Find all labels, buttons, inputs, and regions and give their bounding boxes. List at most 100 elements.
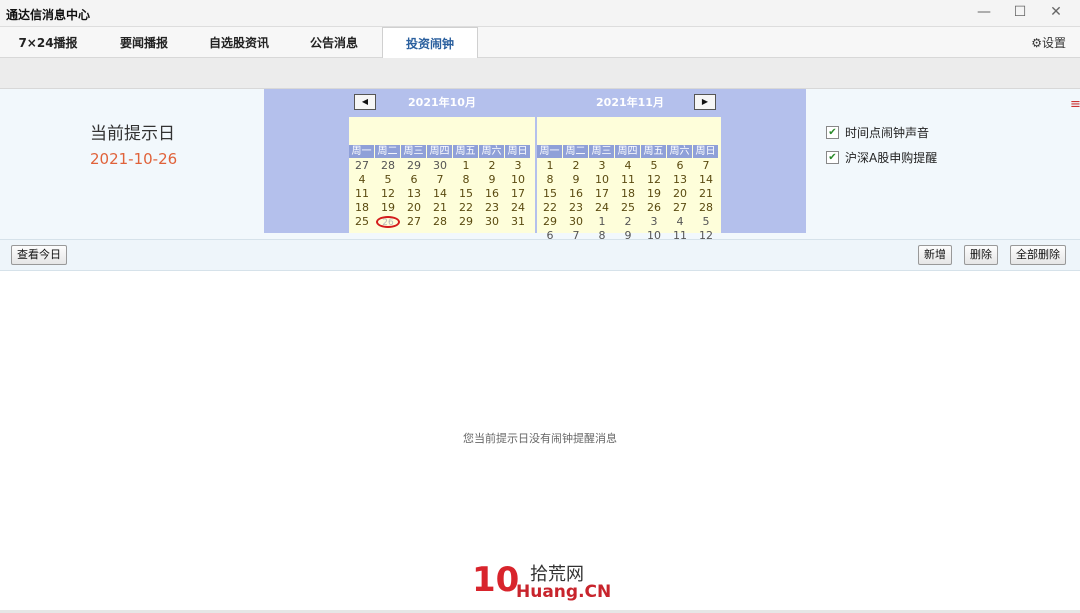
calendar-day[interactable]: 25 [615,201,641,215]
delete-all-button[interactable]: 全部删除 [1010,245,1066,265]
calendar-day[interactable]: 27 [349,159,375,173]
calendar-day[interactable]: 19 [641,187,667,201]
calendar-day[interactable]: 7 [693,159,719,173]
month-title-october: 2021年10月 [408,96,476,109]
calendar-day[interactable]: 5 [375,173,401,187]
calendar-day[interactable]: 3 [641,215,667,229]
calendar-day[interactable]: 1 [453,159,479,173]
calendar-day[interactable]: 30 [427,159,453,173]
calendar-day[interactable]: 2 [563,159,589,173]
calendar-day[interactable]: 30 [563,215,589,229]
calendar-day[interactable]: 5 [693,215,719,229]
reminder-info-area: 当前提示日 2021-10-26 ◀ 2021年10月 2021年11月 ▶ 周… [0,89,1080,242]
calendar-day[interactable]: 10 [589,173,615,187]
calendar-day[interactable]: 1 [589,215,615,229]
watermark-number: 10 [472,560,520,600]
calendar-day[interactable]: 20 [667,187,693,201]
calendar-day[interactable]: 26 [641,201,667,215]
calendar-day[interactable]: 15 [453,187,479,201]
current-reminder-date: 2021-10-26 [90,150,178,168]
title-bar: 通达信消息中心 — ☐ ✕ [0,0,1080,27]
calendar-day[interactable]: 2 [615,215,641,229]
calendar-day[interactable]: 8 [453,173,479,187]
calendar-day-selected[interactable]: 26 [375,215,401,229]
calendar-day[interactable]: 3 [505,159,531,173]
tab-7x24-broadcast[interactable]: 7×24播报 [8,27,88,57]
calendar-day[interactable]: 19 [375,201,401,215]
calendar-day[interactable]: 13 [667,173,693,187]
calendar-day[interactable]: 5 [641,159,667,173]
settings-button[interactable]: ⚙设置 [1031,34,1066,51]
calendar-day[interactable]: 12 [375,187,401,201]
calendar-day[interactable]: 11 [615,173,641,187]
weekday-label: 周二 [375,145,401,158]
calendar-day[interactable]: 28 [693,201,719,215]
calendar-day[interactable]: 23 [479,201,505,215]
calendar-day[interactable]: 29 [537,215,563,229]
calendar-day[interactable]: 27 [667,201,693,215]
calendar-day[interactable]: 10 [505,173,531,187]
checkbox-alarm-sound[interactable]: ✔ [826,126,839,139]
calendar-day[interactable]: 9 [479,173,505,187]
calendar-day[interactable]: 9 [563,173,589,187]
calendar-day[interactable]: 29 [453,215,479,229]
tab-watchlist-news[interactable]: 自选股资讯 [196,27,282,57]
tab-investment-alarm[interactable]: 投资闹钟 [382,27,478,58]
weekday-label: 周六 [667,145,693,158]
calendar-day[interactable]: 8 [537,173,563,187]
calendar-day[interactable]: 2 [479,159,505,173]
action-bar: 查看今日 新增 删除 全部删除 [0,239,1080,271]
calendar-day[interactable]: 13 [401,187,427,201]
calendar-day[interactable]: 24 [505,201,531,215]
calendar-day[interactable]: 12 [641,173,667,187]
calendar-day[interactable]: 20 [401,201,427,215]
calendar-day[interactable]: 30 [479,215,505,229]
checkbox-ipo-reminder[interactable]: ✔ [826,151,839,164]
calendar-day[interactable]: 14 [693,173,719,187]
calendar-day[interactable]: 24 [589,201,615,215]
option-alarm-sound[interactable]: ✔ 时间点闹钟声音 [826,120,937,145]
close-button[interactable]: ✕ [1046,3,1066,21]
calendar-day[interactable]: 6 [401,173,427,187]
calendar-day[interactable]: 16 [563,187,589,201]
calendar-day[interactable]: 31 [505,215,531,229]
calendar-day[interactable]: 1 [537,159,563,173]
calendar-day[interactable]: 21 [693,187,719,201]
calendar-day[interactable]: 3 [589,159,615,173]
option-ipo-reminder[interactable]: ✔ 沪深A股申购提醒 [826,145,937,170]
calendar-day[interactable]: 4 [349,173,375,187]
window-title: 通达信消息中心 [6,8,91,22]
calendar-day[interactable]: 11 [349,187,375,201]
calendar-day[interactable]: 22 [453,201,479,215]
calendar-day[interactable]: 4 [667,215,693,229]
delete-button[interactable]: 删除 [964,245,998,265]
calendar-day[interactable]: 28 [427,215,453,229]
calendar-day[interactable]: 7 [427,173,453,187]
calendar-day[interactable]: 22 [537,201,563,215]
calendar-day[interactable]: 6 [667,159,693,173]
calendar-day[interactable]: 29 [401,159,427,173]
current-reminder-day-label: 当前提示日 [90,124,175,144]
calendar-day[interactable]: 15 [537,187,563,201]
add-button[interactable]: 新增 [918,245,952,265]
calendar-day[interactable]: 18 [349,201,375,215]
calendar-day[interactable]: 21 [427,201,453,215]
calendar-day[interactable]: 16 [479,187,505,201]
option-label: 时间点闹钟声音 [845,126,930,140]
calendar-day[interactable]: 17 [505,187,531,201]
weekday-label: 周六 [479,145,505,158]
calendar-day[interactable]: 4 [615,159,641,173]
calendar-day[interactable]: 27 [401,215,427,229]
minimize-button[interactable]: — [974,3,994,21]
maximize-button[interactable]: ☐ [1010,3,1030,21]
tab-announcements[interactable]: 公告消息 [294,27,374,57]
tab-news-broadcast[interactable]: 要闻播报 [104,27,184,57]
calendar-day[interactable]: 23 [563,201,589,215]
calendar-day[interactable]: 25 [349,215,375,229]
calendar-day[interactable]: 17 [589,187,615,201]
next-month-button[interactable]: ▶ [694,94,716,110]
view-today-button[interactable]: 查看今日 [11,245,67,265]
calendar-day[interactable]: 14 [427,187,453,201]
calendar-day[interactable]: 28 [375,159,401,173]
calendar-day[interactable]: 18 [615,187,641,201]
